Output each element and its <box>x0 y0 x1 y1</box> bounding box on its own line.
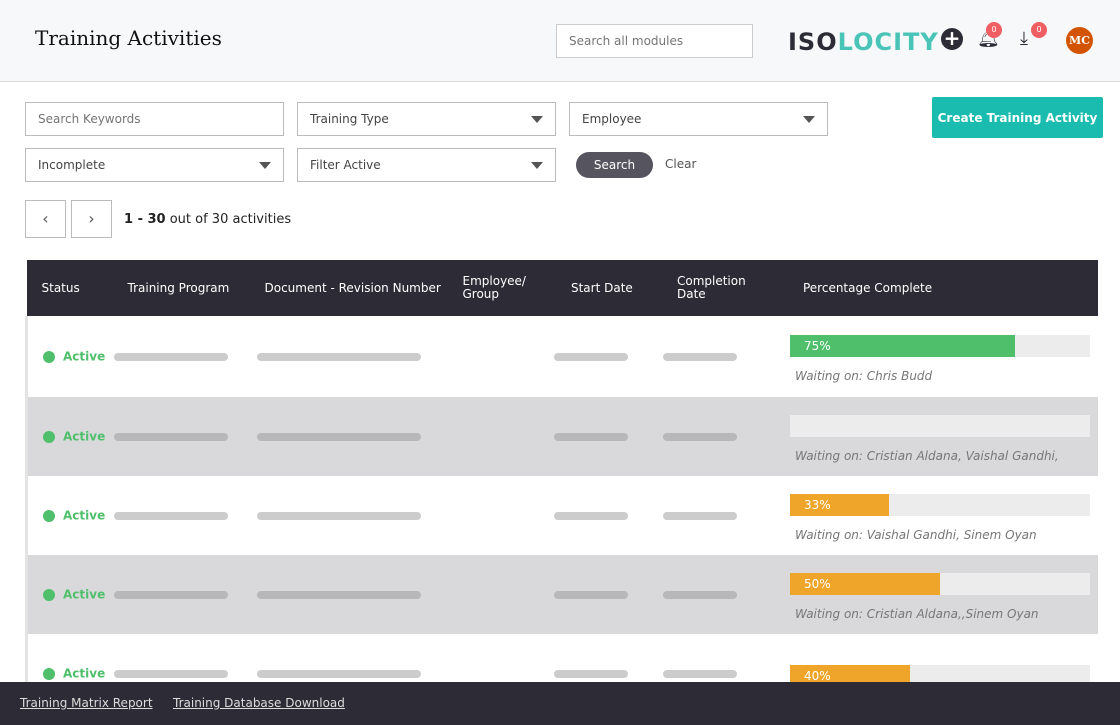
add-icon[interactable]: + <box>941 28 963 50</box>
chevron-down-icon <box>259 162 271 169</box>
status-cell: Active <box>25 316 113 397</box>
logo[interactable]: ISOLOCITY <box>788 28 939 56</box>
placeholder-document <box>256 590 421 599</box>
training-database-download-link[interactable]: Training Database Download <box>173 696 345 710</box>
progress-fill: 50% <box>789 572 940 595</box>
placeholder-training-program <box>113 590 228 599</box>
placeholder-completion-date <box>662 432 737 441</box>
placeholder-start-date <box>553 432 628 441</box>
col-document-revision[interactable]: Document - Revision Number <box>250 260 448 316</box>
training-matrix-report-link[interactable]: Training Matrix Report <box>20 696 153 710</box>
placeholder-completion-date <box>662 590 737 599</box>
page-title: Training Activities <box>35 26 222 50</box>
status-dot-icon <box>43 588 55 601</box>
chevron-down-icon <box>803 116 815 123</box>
col-percentage[interactable]: Percentage Complete <box>788 260 1098 316</box>
col-training-program[interactable]: Training Program <box>113 260 250 316</box>
global-search-input[interactable] <box>556 24 753 58</box>
placeholder-completion-date <box>662 669 737 678</box>
placeholder-training-program <box>113 669 228 678</box>
table-row[interactable]: Active Waiting on: Cristian Aldana, Vais… <box>25 397 1098 476</box>
status-label: Active <box>63 429 106 444</box>
bell-icon[interactable]: 🔔︎ 0 <box>977 22 1002 49</box>
progress-bar: 75% <box>789 334 1090 357</box>
status-cell: Active <box>25 397 113 476</box>
clear-link[interactable]: Clear <box>665 157 696 171</box>
placeholder-completion-date <box>662 511 737 520</box>
employee-select[interactable]: Employee <box>569 102 828 136</box>
placeholder-document <box>256 432 421 441</box>
progress-fill: 33% <box>789 493 889 516</box>
progress-fill: 75% <box>789 334 1015 357</box>
placeholder-completion-date <box>662 352 737 361</box>
placeholder-training-program <box>113 432 228 441</box>
placeholder-document <box>256 511 421 520</box>
active-filter-select[interactable]: Filter Active <box>297 148 556 182</box>
col-status[interactable]: Status <box>27 260 113 316</box>
create-training-activity-button[interactable]: Create Training Activity <box>932 97 1103 138</box>
progress-bar: 33% <box>789 493 1090 516</box>
placeholder-document <box>256 669 421 678</box>
activities-table: Status Training Program Document - Revis… <box>25 260 1098 713</box>
status-label: Active <box>63 508 106 523</box>
status-dot-icon <box>43 667 55 680</box>
top-bar: Training Activities ISOLOCITY + 🔔︎0 ⤓0 M… <box>0 0 1120 82</box>
status-dot-icon <box>43 430 55 443</box>
placeholder-start-date <box>553 511 628 520</box>
table-header: Status Training Program Document - Revis… <box>26 260 1098 316</box>
table-row[interactable]: Active 33% Waiting on: Vaishal Gandhi, Si… <box>25 476 1099 555</box>
placeholder-training-program <box>113 511 228 520</box>
col-completion-date[interactable]: Completion Date <box>662 260 788 316</box>
col-employee-group[interactable]: Employee/ Group <box>448 260 556 316</box>
status-label: Active <box>63 587 106 602</box>
table-row[interactable]: Active 50% Waiting on: Cristian Aldana,,S… <box>25 555 1098 634</box>
status-cell: Active <box>25 555 113 634</box>
status-select[interactable]: Incomplete <box>25 148 284 182</box>
waiting-on: Waiting on: Cristian Aldana, Vaishal Gan… <box>794 448 1059 463</box>
notification-badge: 0 <box>986 22 1002 38</box>
placeholder-document <box>256 352 421 361</box>
placeholder-start-date <box>553 352 628 361</box>
table-row[interactable]: Active 75% Waiting on: Chris Budd <box>25 316 1099 397</box>
status-cell: Active <box>25 476 113 555</box>
search-button[interactable]: Search <box>576 152 653 178</box>
chevron-down-icon <box>531 116 543 123</box>
chevron-down-icon <box>531 162 543 169</box>
avatar[interactable]: MC <box>1066 27 1093 54</box>
prev-page-button[interactable]: ‹ <box>25 200 66 238</box>
next-page-button[interactable]: › <box>71 200 112 238</box>
status-label: Active <box>63 349 106 364</box>
download-badge: 0 <box>1031 22 1047 38</box>
download-icon[interactable]: ⤓ 0 <box>1020 22 1047 49</box>
waiting-on: Waiting on: Vaishal Gandhi, Sinem Oyan <box>794 527 1037 542</box>
pagination-info: 1 - 30 out of 30 activities <box>124 212 292 227</box>
footer: Training Matrix Report Training Database… <box>0 682 1120 725</box>
waiting-on: Waiting on: Cristian Aldana,,Sinem Oyan <box>794 606 1039 621</box>
placeholder-start-date <box>553 669 628 678</box>
progress-bar <box>789 414 1090 437</box>
training-type-select[interactable]: Training Type <box>297 102 556 136</box>
placeholder-training-program <box>113 352 228 361</box>
col-start-date[interactable]: Start Date <box>556 260 662 316</box>
placeholder-start-date <box>553 590 628 599</box>
status-dot-icon <box>43 509 55 522</box>
progress-bar: 50% <box>789 572 1090 595</box>
status-dot-icon <box>43 350 55 363</box>
waiting-on: Waiting on: Chris Budd <box>794 368 933 383</box>
keywords-input[interactable] <box>25 102 284 136</box>
status-label: Active <box>63 666 106 681</box>
